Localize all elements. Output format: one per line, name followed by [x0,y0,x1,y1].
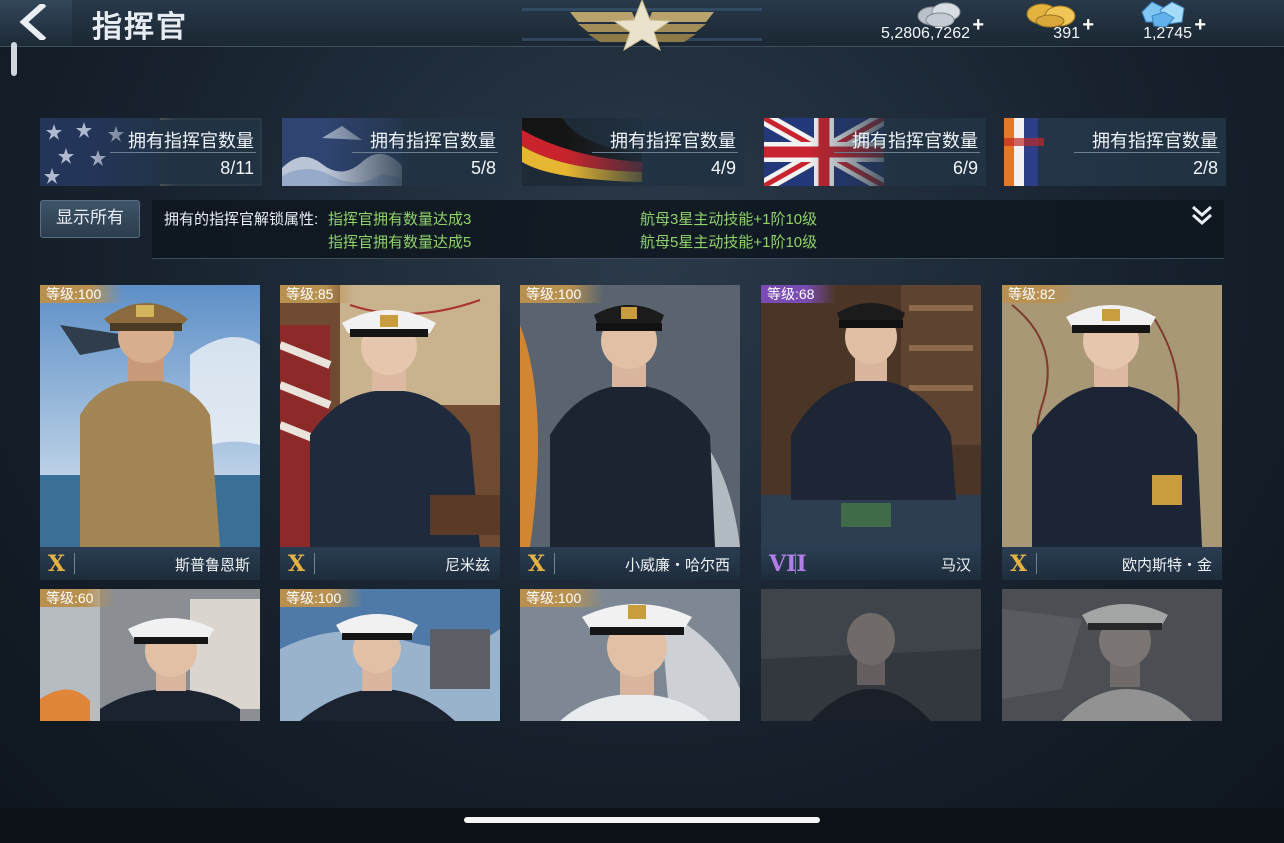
commander-card[interactable]: 等级:100 [280,589,500,721]
commander-name-bar: VII 马汉 [761,547,981,580]
tab-japan[interactable]: 拥有指挥官数量 5/8 [282,118,504,186]
double-chevron-down-icon[interactable] [1190,204,1214,226]
level-badge: 等级:100 [520,285,604,303]
silver-amount: 5,2806,7262 [881,25,970,42]
diamond-resource: 1,2745 + [1132,0,1206,46]
level-badge: 等级:100 [40,285,124,303]
rank-numeral: X [528,551,546,577]
rank-numeral: VII [769,551,807,577]
commander-portrait [280,589,500,721]
tab-count: 8/11 [220,158,254,178]
commander-name-bar: X 欧内斯特・金 [1002,547,1222,580]
gold-coins-icon [1026,3,1076,28]
commander-name-bar: X 小威廉・哈尔西 [520,547,740,580]
commander-portrait [280,285,500,547]
show-all-button[interactable]: 显示所有 [40,200,140,238]
level-badge: 等级:68 [761,285,837,303]
top-bar: 指挥官 5,2806,7262 + 391 + 1,2745 + [0,0,1284,52]
bonus-effect: 航母3星主动技能+1阶10级 [640,211,818,228]
diamond-amount: 1,2745 [1143,25,1192,42]
tab-usa[interactable]: 拥有指挥官数量 8/11 [40,118,262,186]
bonus-condition: 指挥官拥有数量达成3 [328,211,472,228]
back-button[interactable] [0,0,72,46]
commander-name: 马汉 [940,557,971,574]
commander-card[interactable]: 等级:60 [40,589,260,721]
add-gold-button[interactable]: + [1082,14,1094,37]
page-title: 指挥官 [92,11,188,44]
level-badge: 等级:60 [40,589,116,607]
unlock-bonus-panel: 拥有的指挥官解锁属性: 指挥官拥有数量达成3 航母3星主动技能+1阶10级 指挥… [152,200,1224,259]
tab-label: 拥有指挥官数量 [610,131,736,151]
commander-card[interactable]: 等级:85 X 尼米兹 [280,285,500,582]
commander-portrait [761,589,981,721]
gold-amount: 391 [1053,25,1080,42]
commander-name: 尼米兹 [444,557,490,574]
tab-label: 拥有指挥官数量 [370,131,496,151]
tab-germany[interactable]: 拥有指挥官数量 4/9 [522,118,744,186]
level-badge: 等级:100 [280,589,364,607]
add-silver-button[interactable]: + [972,14,984,37]
tab-label: 拥有指挥官数量 [852,131,978,151]
commander-portrait [761,285,981,547]
tab-uk[interactable]: 拥有指挥官数量 6/9 [764,118,986,186]
commander-portrait [40,285,260,547]
bonus-effect: 航母5星主动技能+1阶10级 [640,234,818,251]
rank-numeral: X [288,551,306,577]
commander-portrait [40,589,260,721]
commander-portrait [520,285,740,547]
commander-card[interactable]: 等级:100 [520,589,740,721]
rank-numeral: X [1010,551,1028,577]
tab-count: 4/9 [710,158,736,178]
add-diamond-button[interactable]: + [1194,14,1206,37]
commander-name: 欧内斯特・金 [1121,557,1212,574]
commander-name-bar: X 尼米兹 [280,547,500,580]
bottom-strip [0,808,1284,843]
level-badge: 等级:100 [520,589,604,607]
commander-name: 斯普鲁恩斯 [174,557,250,574]
side-drawer-handle[interactable] [11,42,17,76]
commander-name: 小威廉・哈尔西 [624,557,730,574]
level-badge: 等级:85 [280,285,356,303]
diamond-gems-icon [1141,1,1185,28]
tab-other[interactable]: 拥有指挥官数量 2/8 [1004,118,1226,186]
tab-count: 6/9 [952,158,978,178]
home-indicator[interactable] [464,817,820,823]
commander-card-locked[interactable] [761,589,981,721]
commander-card[interactable]: 等级:100 X 小威廉・哈尔西 [520,285,740,582]
commander-card[interactable]: 等级:82 X 欧内斯特・金 [1002,285,1222,582]
commander-portrait [1002,589,1222,721]
commander-card[interactable]: 等级:100 X 斯普鲁恩斯 [40,285,260,582]
commander-card-locked[interactable] [1002,589,1222,721]
commander-portrait [1002,285,1222,547]
bonus-heading: 拥有的指挥官解锁属性: [164,211,319,228]
tab-label: 拥有指挥官数量 [1092,131,1218,151]
gold-resource: 391 + [1022,0,1094,46]
level-badge: 等级:82 [1002,285,1078,303]
rank-emblem-icon [522,0,762,52]
tab-count: 2/8 [1192,158,1218,178]
commander-name-bar: X 斯普鲁恩斯 [40,547,260,580]
rank-numeral: X [48,551,66,577]
back-arrow-icon [19,4,47,40]
silver-resource: 5,2806,7262 + [864,0,984,46]
bonus-condition: 指挥官拥有数量达成5 [328,234,472,251]
tab-count: 5/8 [470,158,496,178]
tab-label: 拥有指挥官数量 [128,131,254,151]
silver-coins-icon [917,2,961,28]
commander-card[interactable]: 等级:68 VII 马汉 [761,285,981,582]
commander-portrait [520,589,740,721]
